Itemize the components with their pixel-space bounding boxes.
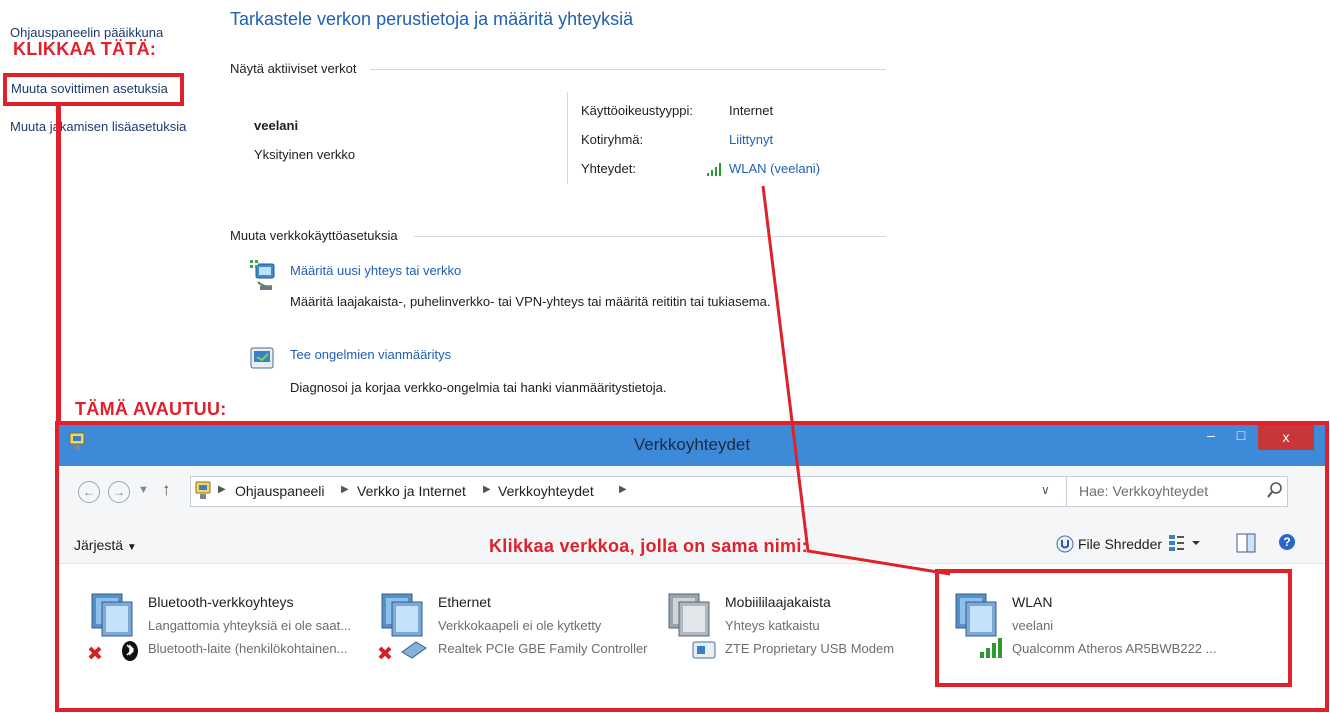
annotation-arrow-lines bbox=[761, 185, 951, 576]
